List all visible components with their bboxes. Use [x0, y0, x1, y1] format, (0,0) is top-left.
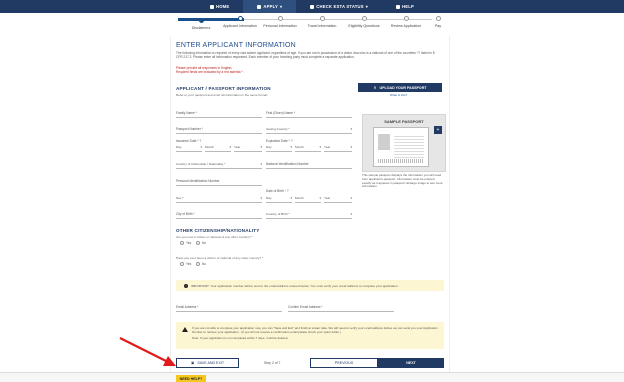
info-icon: !	[184, 283, 188, 288]
next-button[interactable]: NEXT	[378, 358, 444, 368]
chevron-down-icon: ▾	[319, 196, 321, 200]
q2-yes-radio[interactable]: Yes	[180, 262, 191, 266]
sample-passport-image[interactable]	[373, 127, 429, 167]
upload-help-link[interactable]: What is this?	[390, 93, 407, 97]
page-title: ENTER APPLICANT INFORMATION	[176, 42, 296, 49]
step-personal-info: Personal Information	[260, 16, 300, 28]
passport-heading: APPLICANT / PASSPORT INFORMATION	[176, 86, 271, 91]
national-id-field[interactable]: National Identification Number	[266, 161, 352, 169]
personal-id-field[interactable]: Personal Identification Number	[176, 178, 262, 186]
other-citizenship-q1: Are you now a citizen or national of any…	[176, 235, 253, 239]
chevron-down-icon: ▾	[350, 145, 352, 149]
expiration-month-select[interactable]: Month ▾	[295, 145, 321, 152]
expiration-date-label: Expiration Date * ?	[266, 139, 293, 143]
zoom-icon[interactable]: +	[434, 126, 442, 134]
top-navigation: HOME APPLY ▾ CHECK ESTA STATUS ▾ HELP	[0, 0, 624, 13]
step-travel-info: Travel Information	[302, 16, 342, 28]
bottom-bar	[0, 372, 624, 382]
progress-steps: Disclaimers Applicant Information Person…	[178, 16, 450, 34]
q2-no-radio[interactable]: No	[196, 262, 206, 266]
country-of-birth-select[interactable]: Country of Birth * ▾	[266, 212, 352, 219]
chevron-down-icon: ▾	[229, 145, 231, 149]
chevron-down-icon: ▾	[260, 145, 262, 149]
issuing-country-select[interactable]: Issuing Country * ▾	[266, 127, 352, 134]
chevron-down-icon: ▾	[260, 162, 262, 166]
expiration-day-select[interactable]: Day ▾	[266, 145, 292, 152]
citizenship-select[interactable]: Country of Citizenship / Nationality * ▾	[176, 162, 262, 169]
chevron-down-icon: ▾	[290, 145, 292, 149]
email-field[interactable]: Email Address *	[176, 304, 282, 312]
chevron-down-icon: ▾	[290, 196, 292, 200]
chevron-down-icon: ▾	[200, 145, 202, 149]
sex-select[interactable]: Sex * ▾	[176, 196, 262, 203]
sample-passport-text: This sample passport displays the inform…	[362, 173, 443, 189]
help-icon[interactable]: ?	[291, 139, 293, 143]
step-pay: Pay	[418, 16, 458, 28]
nav-apply[interactable]: APPLY ▾	[243, 0, 297, 13]
passport-sub: Refer to your passport and enter all inf…	[176, 93, 268, 97]
q1-no-radio[interactable]: No	[196, 241, 206, 245]
expiration-year-select[interactable]: Year ▾	[324, 145, 352, 152]
family-name-field[interactable]: Family Name *	[176, 110, 262, 118]
step-applicant-info: Applicant Information	[220, 16, 260, 28]
issuance-month-select[interactable]: Month ▾	[205, 145, 231, 152]
upload-icon: ⇪	[373, 85, 377, 90]
required-note: Please provide all responses in English.…	[176, 66, 244, 74]
home-icon	[210, 4, 214, 9]
confirm-email-field[interactable]: Confirm Email Address *	[288, 304, 394, 312]
help-icon	[396, 4, 401, 9]
dob-label: Date of Birth * ?	[266, 189, 289, 193]
need-help-button[interactable]: NEED HELP?	[176, 375, 206, 382]
help-icon[interactable]: ?	[199, 139, 201, 143]
chevron-down-icon: ▾	[319, 145, 321, 149]
previous-button[interactable]: PREVIOUS	[310, 358, 378, 368]
apply-icon	[257, 4, 262, 9]
step-eligibility: Eligibility Questions	[344, 16, 384, 28]
city-of-birth-field[interactable]: City of Birth *	[176, 211, 262, 219]
issuance-date-label: Issuance Date * ?	[176, 139, 202, 143]
chevron-down-icon: ▾	[350, 212, 352, 216]
save-icon: ▣	[190, 361, 195, 365]
step-indicator: Step 2 of 7	[264, 361, 281, 365]
other-citizenship-heading: OTHER CITIZENSHIP/NATIONALITY	[176, 228, 260, 233]
step-disclaimers: Disclaimers	[178, 18, 224, 30]
sample-passport-title: SAMPLE PASSPORT	[384, 119, 424, 124]
dob-year-select[interactable]: Year ▾	[324, 196, 352, 203]
nav-check-status[interactable]: CHECK ESTA STATUS ▾	[296, 0, 382, 13]
upload-passport-button[interactable]: ⇪ UPLOAD YOUR PASSPORT	[358, 83, 442, 92]
first-name-field[interactable]: First (Given) Name *	[266, 110, 352, 118]
search-icon	[310, 4, 315, 9]
passport-number-field[interactable]: Passport Number *	[176, 126, 262, 134]
dob-day-select[interactable]: Day ▾	[266, 196, 292, 203]
chevron-down-icon: ▾	[350, 127, 352, 131]
sample-passport: SAMPLE PASSPORT +	[362, 114, 446, 172]
issuance-year-select[interactable]: Year ▾	[234, 145, 262, 152]
nav-help[interactable]: HELP	[382, 0, 428, 13]
arrow-shaft	[119, 337, 169, 363]
issuance-day-select[interactable]: Day ▾	[176, 145, 202, 152]
intro-text: The following information is required of…	[176, 51, 435, 59]
chevron-down-icon: ▾	[350, 196, 352, 200]
save-warning: If you are not able to complete your app…	[176, 322, 444, 349]
other-citizenship-q2: Have you ever been a citizen or national…	[176, 256, 264, 260]
q1-yes-radio[interactable]: Yes	[180, 241, 191, 245]
save-and-exit-button[interactable]: ▣ SAVE AND EXIT	[176, 358, 239, 368]
help-icon[interactable]: ?	[287, 189, 289, 193]
warning-icon	[182, 327, 188, 332]
nav-home[interactable]: HOME	[196, 0, 243, 13]
chevron-down-icon: ▾	[260, 196, 262, 200]
dob-month-select[interactable]: Month ▾	[295, 196, 321, 203]
email-notice: ! IMPORTANT: Your application number will…	[176, 280, 444, 291]
